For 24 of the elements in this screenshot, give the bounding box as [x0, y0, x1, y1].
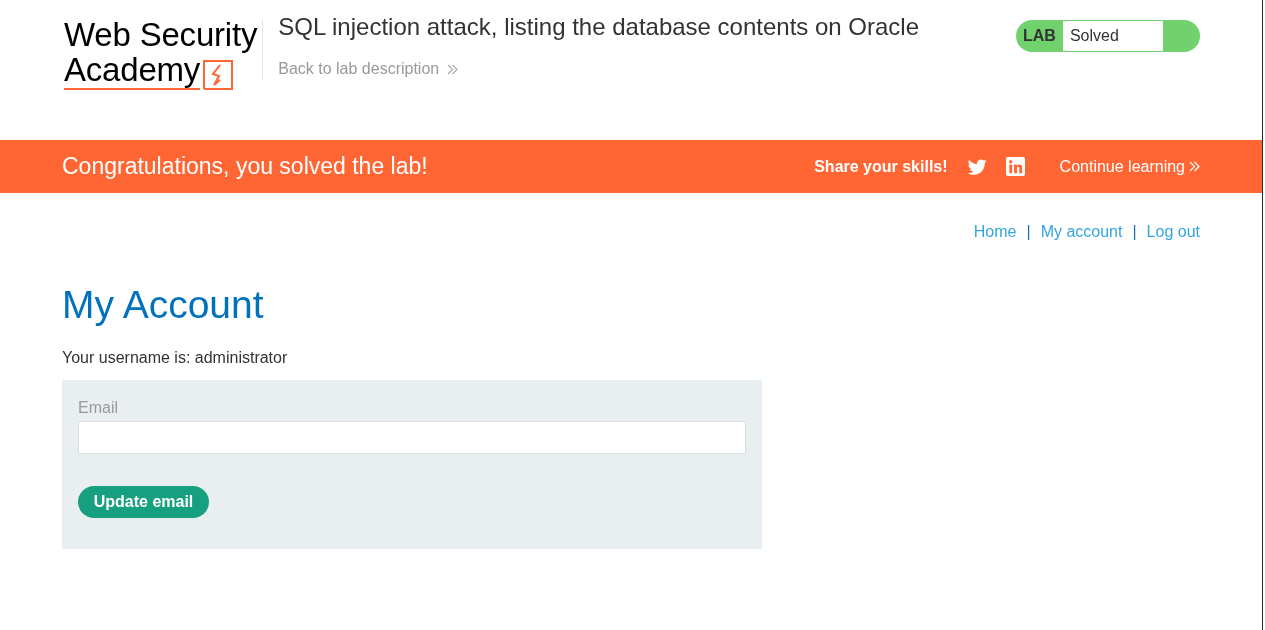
nav-link[interactable]: Log out — [1146, 222, 1200, 242]
success-message: Congratulations, you solved the lab! — [62, 153, 428, 180]
logo-text: Web Security — [64, 18, 258, 52]
update-email-button[interactable]: Update email — [78, 486, 209, 518]
nav-separator: | — [1026, 222, 1031, 242]
lab-title: SQL injection attack, listing the database contents on Oracle — [278, 14, 920, 40]
nav-separator: | — [1132, 222, 1137, 242]
email-input-field[interactable] — [78, 421, 746, 454]
lab-label: LAB — [1022, 26, 1057, 46]
linkedin-icon[interactable] — [1005, 157, 1025, 176]
logo-text: Academy — [64, 52, 201, 90]
username-text: Your username is: administrator — [62, 348, 288, 368]
share-label: Share your skills! — [814, 157, 948, 176]
double-chevron-icon — [1189, 161, 1200, 172]
bird-icon[interactable] — [967, 158, 987, 175]
nav-link[interactable]: Home — [973, 222, 1017, 242]
email-label: Email — [78, 398, 118, 418]
lab-status-text: Solved — [1062, 21, 1163, 51]
continue-learning-link[interactable]: Continue learning — [1059, 157, 1200, 176]
back-to-lab-link[interactable]: Back to lab description — [278, 59, 459, 79]
nav-link[interactable]: My account — [1040, 222, 1123, 242]
page-heading: My Account — [62, 282, 264, 328]
double-chevron-icon — [447, 63, 459, 75]
lightning-frame-icon — [203, 60, 234, 90]
